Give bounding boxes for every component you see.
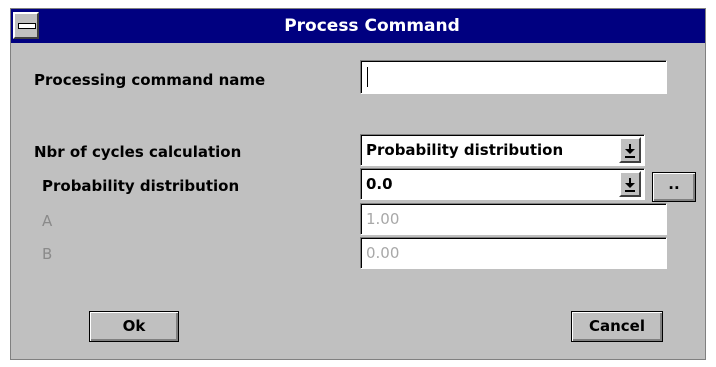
- cycles-calculation-select[interactable]: Probability distribution: [360, 134, 645, 166]
- distribution-select[interactable]: 0.0: [360, 168, 645, 200]
- a-value: 1.00: [366, 210, 400, 228]
- distribution-label: Probability distribution: [42, 177, 240, 195]
- browse-button[interactable]: ..: [652, 172, 696, 202]
- command-name-label: Processing command name: [34, 71, 266, 89]
- cancel-button[interactable]: Cancel: [571, 311, 663, 342]
- text-caret: [367, 67, 368, 87]
- distribution-value: 0.0: [366, 175, 393, 193]
- dropdown-arrow-icon[interactable]: [619, 137, 641, 163]
- cycles-calculation-value: Probability distribution: [366, 141, 564, 159]
- system-menu-icon[interactable]: [13, 12, 39, 39]
- window-title: Process Command: [284, 16, 460, 36]
- b-value: 0.00: [366, 244, 400, 262]
- a-label: A: [42, 212, 53, 230]
- dropdown-arrow-icon[interactable]: [619, 171, 641, 197]
- title-bar: Process Command: [11, 9, 705, 43]
- b-label: B: [42, 245, 53, 263]
- cycles-calculation-label: Nbr of cycles calculation: [34, 143, 242, 161]
- a-input[interactable]: 1.00: [360, 203, 667, 235]
- ok-button[interactable]: Ok: [89, 311, 179, 342]
- process-command-dialog: Process Command Processing command name …: [10, 8, 706, 360]
- command-name-input[interactable]: [360, 60, 667, 94]
- b-input[interactable]: 0.00: [360, 237, 667, 269]
